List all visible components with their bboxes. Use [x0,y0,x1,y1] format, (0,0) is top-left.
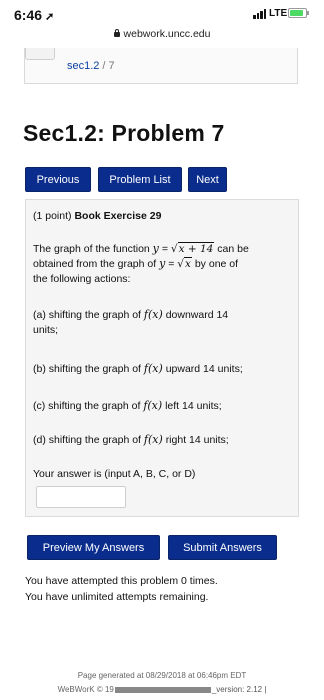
location-arrow-icon: ➚ [45,11,55,23]
breadcrumb-separator: / [102,60,106,72]
collapsed-nav-panel [24,48,298,84]
signal-strength-icon [253,9,267,19]
answer-prompt: Your answer is (input A, B, C, or D) [33,468,196,480]
option-c: (c) shifting the graph of f(x) left 14 u… [33,399,222,412]
battery-charging-icon [288,8,309,18]
attempts-count-text: You have attempted this problem 0 times. [25,575,218,587]
footer-copyright: WeBWorK © 19 _version: 2.12 | [57,685,267,694]
option-d: (d) shifting the graph of f(x) right 14 … [33,433,229,446]
url-bar[interactable]: webwork.uncc.edu [0,28,324,48]
problem-points: (1 point) [33,210,72,222]
option-a: (a) shifting the graph of f(x) downward … [33,308,229,321]
problem-box: (1 point) Book Exercise 29 The graph of … [25,199,299,517]
breadcrumb-problem-number: 7 [108,60,115,72]
attempts-remaining-text: You have unlimited attempts remaining. [25,591,209,603]
option-a-line-2: units; [33,324,59,336]
previous-button[interactable]: Previous [25,167,91,192]
status-time: 6:46 ➚ [14,7,55,23]
problem-statement-line-1: The graph of the function y = √x + 14 ca… [33,242,249,255]
status-bar: 6:46 ➚ LTE [0,0,324,26]
submit-answers-button[interactable]: Submit Answers [168,535,277,560]
breadcrumb-set-link[interactable]: sec1.2 [67,60,99,72]
obscured-footer-text [114,686,211,693]
problem-statement-line-2: obtained from the graph of y = √x by one… [33,257,239,270]
problem-statement-line-3: the following actions: [33,273,131,285]
next-button[interactable]: Next [188,167,227,192]
answer-input[interactable] [36,486,126,508]
problem-exercise-title: Book Exercise 29 [74,210,162,222]
lock-icon [113,29,120,37]
page-title: Sec1.2: Problem 7 [23,120,225,146]
url-domain: webwork.uncc.edu [123,28,211,40]
network-type: LTE [269,8,288,19]
menu-toggle-tab[interactable] [25,48,55,60]
preview-answers-button[interactable]: Preview My Answers [27,535,160,560]
problem-list-button[interactable]: Problem List [98,167,182,192]
option-b: (b) shifting the graph of f(x) upward 14… [33,362,243,375]
problem-header: (1 point) Book Exercise 29 [33,209,295,224]
breadcrumb: sec1.2/7 [67,60,115,72]
footer-generated: Page generated at 08/29/2018 at 06:46pm … [77,671,247,680]
